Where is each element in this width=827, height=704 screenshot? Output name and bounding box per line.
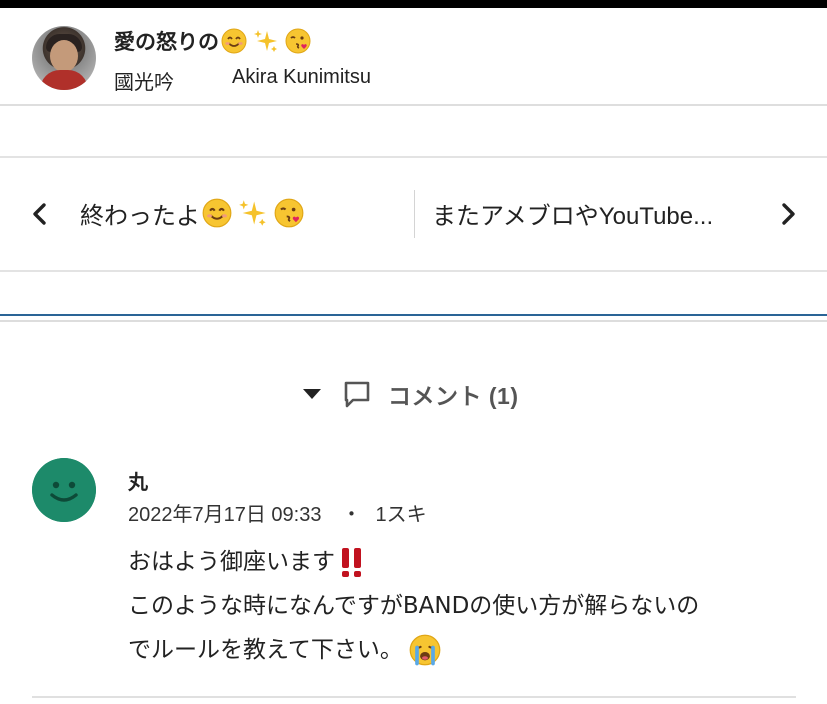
comment-body: おはよう御座います このような時になんですがBANDの使い方が解らないの でルー… — [128, 540, 796, 672]
comment-bubble-icon — [344, 381, 370, 408]
commenter-name[interactable]: 丸 — [128, 466, 148, 495]
double-exclamation-icon — [342, 548, 361, 577]
sparkles-icon — [254, 30, 277, 52]
comment-line-1: おはよう御座います — [128, 540, 796, 584]
blog-avatar[interactable] — [32, 26, 96, 90]
commenter-avatar[interactable] — [32, 458, 96, 522]
smiling-face-icon — [221, 28, 247, 54]
chevron-left-icon[interactable] — [28, 202, 52, 226]
blog-title[interactable]: 愛の怒りの — [114, 28, 311, 54]
section-divider — [0, 320, 827, 322]
author-romaji: Akira Kunimitsu — [232, 66, 371, 88]
blog-header: 愛の怒りの 國光吟 Akira Kunimitsu — [0, 8, 827, 106]
caret-down-icon — [303, 389, 321, 399]
comment-date: 2022年7月17日 09:33 — [128, 503, 322, 526]
comments-count-label: コメント (1) — [388, 383, 519, 409]
comment-meta: 2022年7月17日 09:33 ・ 1スキ — [128, 498, 427, 526]
smiling-face-icon — [202, 198, 232, 228]
chevron-right-icon[interactable] — [776, 202, 800, 226]
blog-author[interactable]: 國光吟 Akira Kunimitsu — [114, 66, 371, 95]
prev-article-title: 終わったよ — [80, 201, 200, 230]
prev-article-link[interactable]: 終わったよ — [80, 196, 304, 230]
face-blowing-kiss-icon — [285, 28, 311, 54]
face-blowing-kiss-icon — [274, 198, 304, 228]
comment-divider — [32, 696, 796, 698]
blog-title-text: 愛の怒りの — [114, 30, 219, 54]
next-article-link[interactable]: またアメブロやYouTube... — [432, 196, 750, 230]
status-bar-edge — [0, 0, 827, 8]
pager-divider — [414, 190, 415, 238]
spacer-section — [0, 106, 827, 158]
comment-like-count[interactable]: 1スキ — [375, 498, 426, 527]
article-pager: 終わったよ またアメブロやYouTube... — [0, 158, 827, 272]
crying-face-icon — [409, 634, 441, 666]
comment-line-2: このような時になんですがBANDの使い方が解らないの — [128, 593, 700, 619]
meta-separator: ・ — [341, 503, 362, 526]
section-accent-rule — [0, 314, 827, 316]
comments-toggle[interactable]: コメント (1) — [300, 376, 519, 412]
author-kanji: 國光吟 — [114, 70, 174, 94]
comment-line-3: でルールを教えて下さい。 — [128, 628, 796, 672]
sparkles-icon — [239, 200, 266, 226]
